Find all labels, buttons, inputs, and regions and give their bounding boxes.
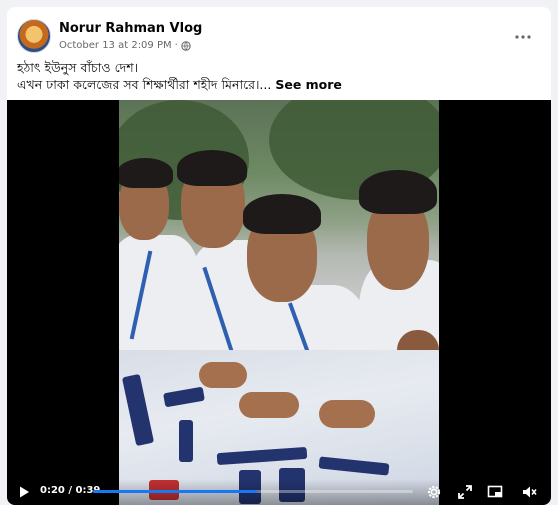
meta-separator: ·: [174, 40, 178, 51]
video-controls: 0:20 / 0:39: [7, 479, 551, 505]
post-date[interactable]: October 13 at 2:09 PM: [59, 40, 172, 51]
post-card: Norur Rahman Vlog October 13 at 2:09 PM …: [7, 7, 551, 505]
see-more-link[interactable]: See more: [275, 77, 342, 92]
author-avatar[interactable]: [17, 19, 51, 53]
settings-icon[interactable]: [426, 484, 442, 500]
post-meta: October 13 at 2:09 PM ·: [59, 40, 191, 51]
hand-1: [199, 362, 247, 388]
student-3-hair: [243, 194, 321, 234]
post-text: হঠাৎ ইউনুস বাঁচাও দেশ। এখন ঢাকা কলেজের স…: [17, 59, 541, 93]
video-time: 0:20 / 0:39: [40, 485, 101, 496]
video-frame: [119, 100, 439, 505]
progress-bar[interactable]: [93, 490, 413, 493]
student-1-hair: [119, 158, 173, 188]
author-name[interactable]: Norur Rahman Vlog: [59, 21, 202, 36]
volume-icon[interactable]: [521, 484, 537, 500]
student-2-hair: [177, 150, 247, 186]
hand-3: [319, 400, 375, 428]
hand-2: [239, 392, 299, 418]
student-4-hair: [359, 170, 437, 214]
post-text-line-1: হঠাৎ ইউনুস বাঁচাও দেশ।: [17, 60, 139, 75]
globe-icon: [181, 40, 191, 51]
progress-fill: [93, 490, 258, 493]
video-player[interactable]: 0:20 / 0:39: [7, 100, 551, 505]
banner-letter-7: [179, 420, 193, 462]
fullscreen-icon[interactable]: [457, 484, 473, 500]
post-header: Norur Rahman Vlog October 13 at 2:09 PM …: [17, 19, 541, 59]
play-icon[interactable]: [17, 485, 31, 499]
post-text-line-2-body: এখন ঢাকা কলেজের সব শিক্ষার্থীরা শহীদ মিন…: [17, 77, 272, 92]
more-horizontal-icon: [515, 35, 531, 39]
post-text-line-2: এখন ঢাকা কলেজের সব শিক্ষার্থীরা শহীদ মিন…: [17, 76, 541, 93]
student-1-shirt: [119, 235, 199, 365]
more-options-button[interactable]: [511, 25, 535, 49]
miniplayer-icon[interactable]: [487, 484, 503, 500]
